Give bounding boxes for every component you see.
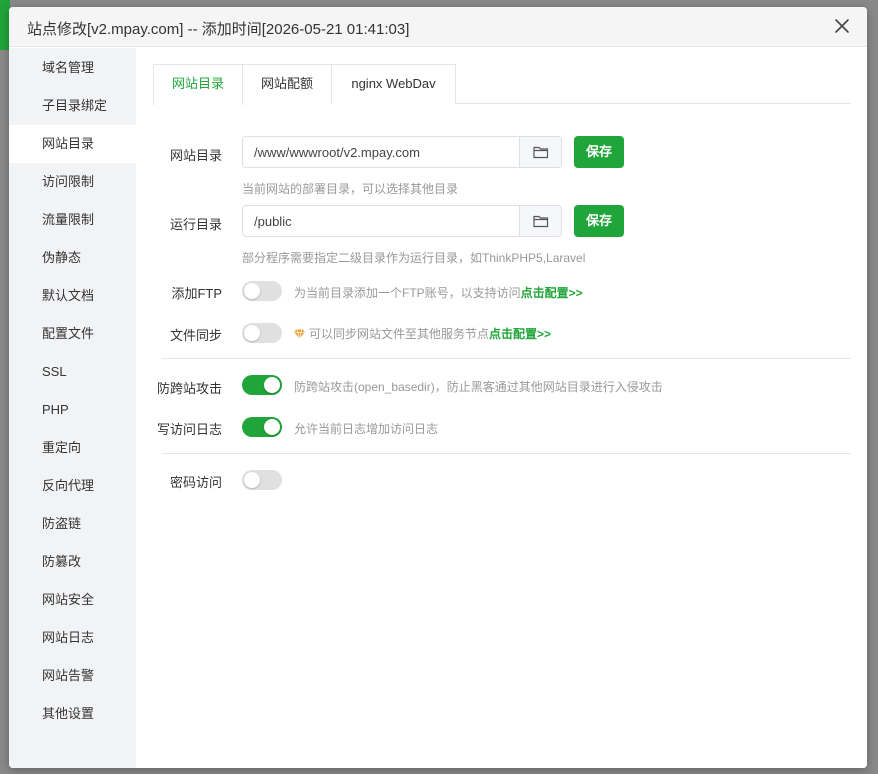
ftp-config-link[interactable]: 点击配置>>: [521, 286, 583, 300]
sidebar-item-site-log[interactable]: 网站日志: [9, 619, 136, 657]
sidebar-item-ssl[interactable]: SSL: [9, 353, 136, 391]
site-dir-hint: 当前网站的部署目录，可以选择其他目录: [242, 182, 459, 196]
sidebar-item-tamper-proof[interactable]: 防篡改: [9, 543, 136, 581]
run-dir-save-button[interactable]: 保存: [574, 205, 624, 237]
cross-site-toggle[interactable]: [242, 375, 282, 395]
sidebar-item-site-alert[interactable]: 网站告警: [9, 657, 136, 695]
password-access-toggle[interactable]: [242, 470, 282, 490]
run-dir-label: 运行目录: [169, 217, 222, 232]
site-dir-label: 网站目录: [169, 148, 222, 163]
sync-toggle[interactable]: [242, 323, 282, 343]
sync-desc-wrap: 可以同步网站文件至其他服务节点点击配置>>: [294, 325, 551, 342]
run-dir-hint: 部分程序需要指定二级目录作为运行目录，如ThinkPHP5,Laravel: [242, 251, 586, 265]
close-icon[interactable]: [833, 17, 851, 35]
site-dir-field[interactable]: /www/wwwroot/v2.mpay.com: [242, 136, 562, 168]
ftp-label: 添加FTP: [171, 286, 222, 301]
dialog-titlebar: 站点修改[v2.mpay.com] -- 添加时间[2026-05-21 01:…: [9, 7, 867, 47]
access-log-toggle[interactable]: [242, 417, 282, 437]
sync-label: 文件同步: [169, 328, 222, 343]
sidebar-item-reverse-proxy[interactable]: 反向代理: [9, 467, 136, 505]
tab-site-quota[interactable]: 网站配额: [242, 64, 332, 104]
main-panel: 网站目录 网站配额 nginx WebDav 网站目录 /www/wwwroot…: [136, 48, 867, 768]
sidebar-item-traffic-limit[interactable]: 流量限制: [9, 201, 136, 239]
site-dir-browse-button[interactable]: [519, 137, 561, 167]
run-dir-value: /public: [254, 214, 292, 229]
divider: [162, 453, 851, 454]
ftp-desc-wrap: 为当前目录添加一个FTP账号，以支持访问点击配置>>: [294, 284, 583, 301]
sidebar: 域名管理 子目录绑定 网站目录 访问限制 流量限制 伪静态 默认文档 配置文件 …: [9, 48, 136, 768]
ftp-desc: 为当前目录添加一个FTP账号，以支持访问: [294, 286, 521, 300]
tab-site-dir[interactable]: 网站目录: [153, 64, 243, 105]
run-dir-field[interactable]: /public: [242, 205, 562, 237]
sidebar-item-domain[interactable]: 域名管理: [9, 49, 136, 87]
access-log-desc: 允许当前日志增加访问日志: [294, 422, 439, 436]
sidebar-item-site-dir[interactable]: 网站目录: [9, 125, 136, 163]
sidebar-item-php[interactable]: PHP: [9, 391, 136, 429]
folder-icon: [533, 215, 549, 228]
tab-bar: 网站目录 网站配额 nginx WebDav: [153, 64, 851, 105]
sidebar-item-site-security[interactable]: 网站安全: [9, 581, 136, 619]
sidebar-item-default-doc[interactable]: 默认文档: [9, 277, 136, 315]
sidebar-item-subdir-bind[interactable]: 子目录绑定: [9, 87, 136, 125]
cross-site-desc: 防跨站攻击(open_basedir)，防止黑客通过其他网站目录进行入侵攻击: [294, 380, 663, 394]
tab-nginx-webdav[interactable]: nginx WebDav: [331, 64, 456, 104]
sidebar-item-other-settings[interactable]: 其他设置: [9, 695, 136, 733]
sync-config-link[interactable]: 点击配置>>: [489, 327, 551, 341]
ftp-toggle[interactable]: [242, 281, 282, 301]
sidebar-item-hotlink[interactable]: 防盗链: [9, 505, 136, 543]
password-access-label: 密码访问: [169, 475, 222, 490]
gem-icon: [294, 329, 305, 339]
divider: [162, 358, 851, 359]
sidebar-item-rewrite[interactable]: 伪静态: [9, 239, 136, 277]
site-dir-save-button[interactable]: 保存: [574, 136, 624, 168]
sync-desc: 可以同步网站文件至其他服务节点: [309, 327, 490, 341]
site-dir-value: /www/wwwroot/v2.mpay.com: [254, 145, 420, 160]
sidebar-item-access-limit[interactable]: 访问限制: [9, 163, 136, 201]
sidebar-item-config-file[interactable]: 配置文件: [9, 315, 136, 353]
sidebar-item-redirect[interactable]: 重定向: [9, 429, 136, 467]
folder-icon: [533, 146, 549, 159]
cross-site-label: 防跨站攻击: [156, 381, 222, 396]
dialog-title: 站点修改[v2.mpay.com] -- 添加时间[2026-05-21 01:…: [27, 21, 410, 38]
access-log-label: 写访问日志: [156, 422, 222, 437]
run-dir-browse-button[interactable]: [519, 206, 561, 236]
site-edit-dialog: 站点修改[v2.mpay.com] -- 添加时间[2026-05-21 01:…: [9, 7, 867, 768]
